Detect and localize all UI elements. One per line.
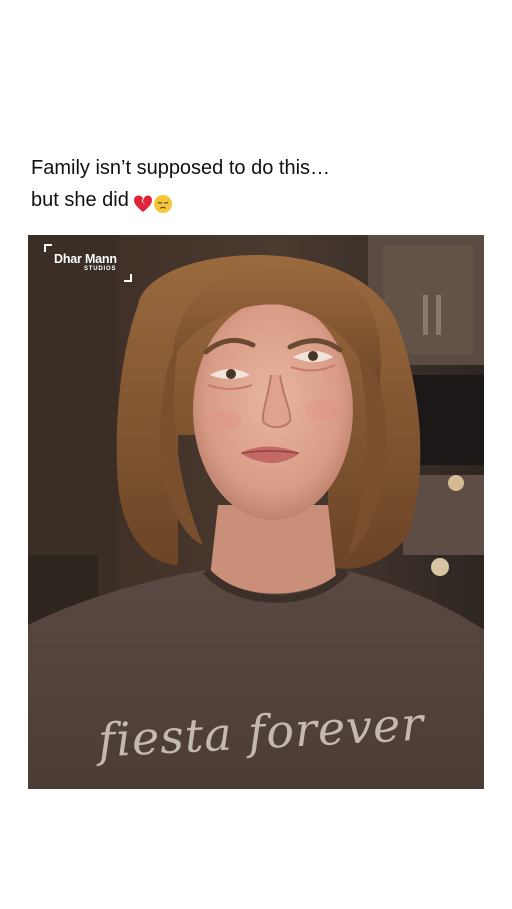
video-thumbnail[interactable]: Dhar Mann STUDIOS fiesta forever (28, 235, 484, 789)
logo-corner-top-left (44, 244, 52, 252)
pensive-face-icon (153, 194, 172, 213)
broken-heart-icon (133, 195, 152, 212)
logo-brand: Dhar Mann (54, 252, 117, 266)
caption-emojis (133, 187, 173, 219)
caption-line-1: Family isn’t supposed to do this… (31, 157, 331, 179)
studio-logo: Dhar Mann STUDIOS (44, 244, 132, 282)
logo-corner-bottom-right (124, 274, 132, 282)
logo-sub: STUDIOS (84, 266, 117, 272)
caption-line-2-text: but she did (31, 189, 129, 211)
post-container: Family isn’t supposed to do this… but sh… (0, 0, 512, 909)
caption-line-2: but she did (31, 184, 471, 219)
post-caption: Family isn’t supposed to do this… but sh… (31, 152, 471, 219)
